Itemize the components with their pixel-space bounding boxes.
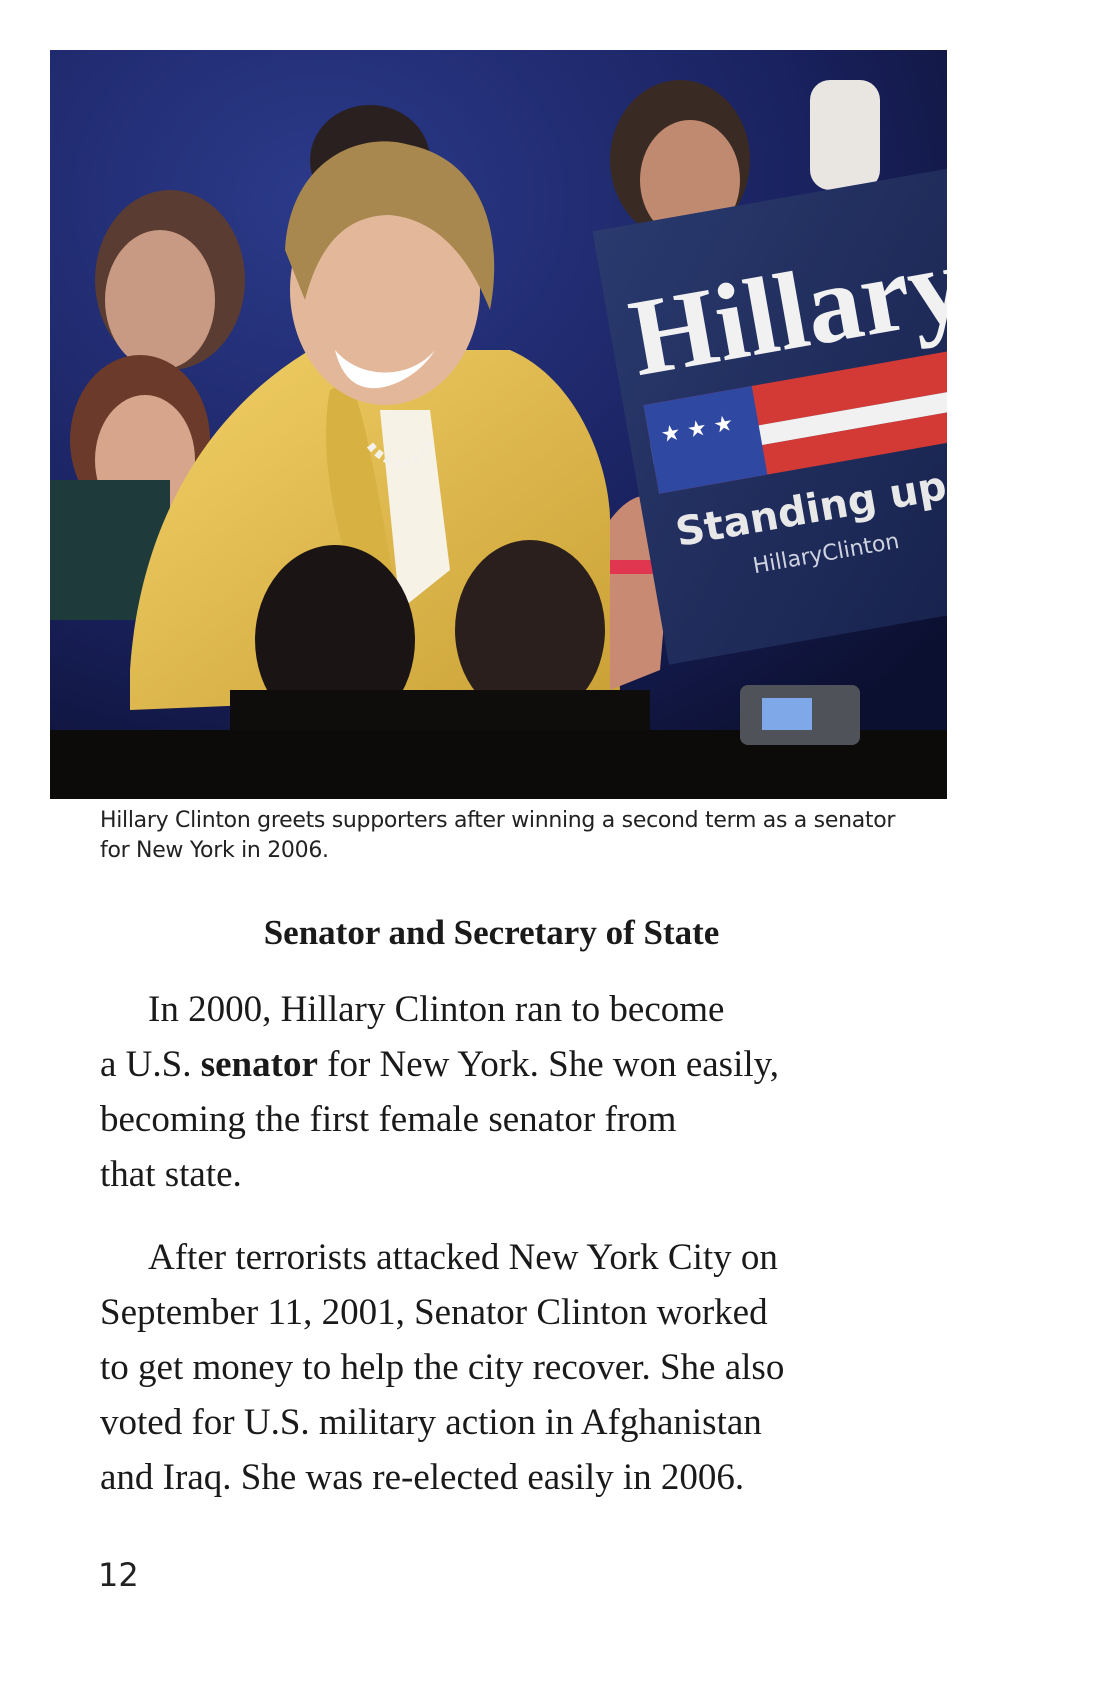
paragraph-line: to get money to help the city recover. S… xyxy=(100,1347,785,1388)
text-run: for New York. She won easily, xyxy=(317,1044,779,1085)
paragraph-2: After terrorists attacked New York City … xyxy=(100,1230,900,1505)
page-number: 12 xyxy=(98,1556,139,1594)
glossary-term-senator: senator xyxy=(200,1044,318,1085)
paragraph-line: September 11, 2001, Senator Clinton work… xyxy=(100,1292,768,1333)
paragraph-line: that state. xyxy=(100,1154,242,1195)
paragraph-line: voted for U.S. military action in Afghan… xyxy=(100,1402,762,1443)
paragraph-line: In 2000, Hillary Clinton ran to become xyxy=(148,989,725,1030)
caption-line: for New York in 2006. xyxy=(100,838,329,863)
paragraph-1: In 2000, Hillary Clinton ran to become a… xyxy=(100,982,900,1202)
paragraph-line: becoming the first female senator from xyxy=(100,1099,677,1140)
paragraph-line: and Iraq. She was re-elected easily in 2… xyxy=(100,1457,745,1498)
text-run: a U.S. xyxy=(100,1044,201,1085)
photo: Hillary ★ ★ ★ Standing up for HillaryCli… xyxy=(50,50,947,799)
rally-photo-illustration: Hillary ★ ★ ★ Standing up for HillaryCli… xyxy=(50,50,947,799)
paragraph-line: After terrorists attacked New York City … xyxy=(148,1237,778,1278)
photo-caption: Hillary Clinton greets supporters after … xyxy=(100,806,920,866)
paragraph-line: a U.S. senator for New York. She won eas… xyxy=(100,1037,900,1092)
caption-line: Hillary Clinton greets supporters after … xyxy=(100,808,896,833)
section-heading: Senator and Secretary of State xyxy=(263,913,720,952)
